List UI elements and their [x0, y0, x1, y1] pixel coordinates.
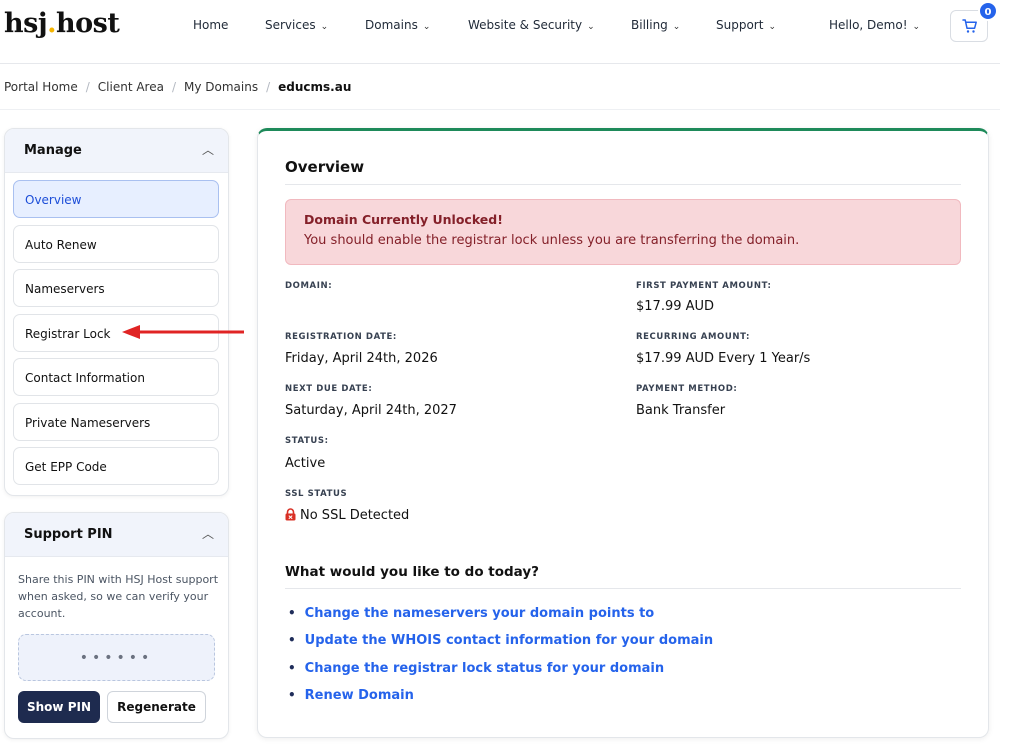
- breadcrumb-bar: Portal Home / Client Area / My Domains / educm…: [0, 64, 1000, 110]
- chevron-down-icon: ⌄: [672, 22, 681, 32]
- manage-panel-header[interactable]: Manage ︿: [5, 129, 228, 173]
- domain-label: DOMAIN:: [285, 281, 333, 291]
- cart-count-badge: 0: [978, 1, 998, 21]
- nav-website-security[interactable]: Website & Security ⌄: [468, 18, 595, 32]
- divider: [285, 588, 961, 589]
- chevron-down-icon: ⌄: [768, 22, 776, 32]
- breadcrumb-portal-home[interactable]: Portal Home: [4, 80, 78, 94]
- nav-home[interactable]: Home: [193, 18, 228, 32]
- user-menu[interactable]: Hello, Demo! ⌄: [829, 18, 920, 32]
- breadcrumb-my-domains[interactable]: My Domains: [184, 80, 258, 94]
- show-pin-button[interactable]: Show PIN: [18, 691, 100, 723]
- chevron-down-icon: ⌄: [587, 22, 595, 32]
- first-payment-label: FIRST PAYMENT AMOUNT:: [636, 281, 772, 291]
- chevron-down-icon: ⌄: [320, 22, 329, 32]
- overview-title: Overview: [285, 158, 365, 176]
- payment-method-label: PAYMENT METHOD:: [636, 384, 738, 394]
- first-payment-value: $17.99 AUD: [636, 299, 715, 314]
- regenerate-pin-button[interactable]: Regenerate: [107, 691, 206, 723]
- breadcrumb-current: educms.au: [278, 80, 352, 94]
- alert-message: You should enable the registrar lock unl…: [304, 233, 800, 248]
- ssl-status-value: No SSL Detected: [285, 508, 409, 523]
- registration-date-label: REGISTRATION DATE:: [285, 332, 397, 342]
- status-label: STATUS:: [285, 436, 329, 446]
- nav-domains[interactable]: Domains ⌄: [365, 18, 430, 32]
- action-change-registrar-lock[interactable]: • Change the registrar lock status for yo…: [288, 661, 664, 676]
- registration-date-value: Friday, April 24th, 2026: [285, 351, 438, 366]
- chevron-up-icon[interactable]: ︿: [202, 525, 214, 542]
- payment-method-value: Bank Transfer: [636, 403, 726, 418]
- breadcrumb-client-area[interactable]: Client Area: [98, 80, 164, 94]
- nav-services[interactable]: Services ⌄: [265, 18, 328, 32]
- sidebar-item-auto-renew[interactable]: Auto Renew: [13, 225, 219, 263]
- actions-title: What would you like to do today?: [285, 564, 540, 580]
- chevron-up-icon[interactable]: ︿: [202, 141, 214, 158]
- nav-support[interactable]: Support ⌄: [716, 18, 776, 32]
- action-change-nameservers[interactable]: • Change the nameservers your domain poin…: [288, 606, 654, 621]
- top-navigation: hsj.host Home Services ⌄ Domains ⌄ Website…: [0, 0, 1000, 64]
- chevron-down-icon: ⌄: [422, 22, 431, 32]
- nav-billing[interactable]: Billing ⌄: [631, 18, 680, 32]
- next-due-date-label: NEXT DUE DATE:: [285, 384, 373, 394]
- action-update-whois[interactable]: • Update the WHOIS contact information fo…: [288, 633, 713, 648]
- lock-icon: [285, 508, 296, 521]
- sidebar-item-nameservers[interactable]: Nameservers: [13, 269, 219, 307]
- recurring-amount-value: $17.99 AUD Every 1 Year/s: [636, 351, 811, 366]
- next-due-date-value: Saturday, April 24th, 2027: [285, 403, 457, 418]
- sidebar-item-get-epp-code[interactable]: Get EPP Code: [13, 447, 219, 485]
- brand-logo[interactable]: hsj.host: [4, 8, 120, 39]
- status-value: Active: [285, 456, 326, 471]
- recurring-amount-label: RECURRING AMOUNT:: [636, 332, 751, 342]
- manage-panel-title: Manage: [24, 143, 82, 158]
- manage-panel: Manage ︿ Overview Auto Renew Nameservers…: [4, 128, 229, 496]
- alert-title: Domain Currently Unlocked!: [304, 212, 503, 227]
- support-pin-panel: Support PIN ︿ Share this PIN with HSJ Ho…: [4, 512, 229, 739]
- sidebar-item-overview[interactable]: Overview: [13, 180, 219, 218]
- ssl-status-label: SSL STATUS: [285, 489, 348, 499]
- domain-overview-card: Overview Domain Currently Unlocked! You …: [257, 128, 989, 738]
- annotation-arrow: [122, 325, 244, 339]
- unlocked-alert: Domain Currently Unlocked! You should en…: [285, 199, 961, 265]
- sidebar-item-private-nameservers[interactable]: Private Nameservers: [13, 403, 219, 441]
- support-pin-description: Share this PIN with HSJ Host support whe…: [18, 573, 219, 620]
- support-pin-title: Support PIN: [24, 527, 113, 542]
- breadcrumb: Portal Home / Client Area / My Domains / educm…: [4, 80, 352, 94]
- sidebar-item-contact-information[interactable]: Contact Information: [13, 358, 219, 396]
- action-renew-domain[interactable]: • Renew Domain: [288, 688, 414, 703]
- chevron-down-icon: ⌄: [912, 22, 921, 32]
- support-pin-display: ••••••: [18, 634, 215, 681]
- cart-icon: [962, 19, 977, 33]
- support-pin-header[interactable]: Support PIN ︿: [5, 513, 228, 557]
- divider: [285, 184, 961, 185]
